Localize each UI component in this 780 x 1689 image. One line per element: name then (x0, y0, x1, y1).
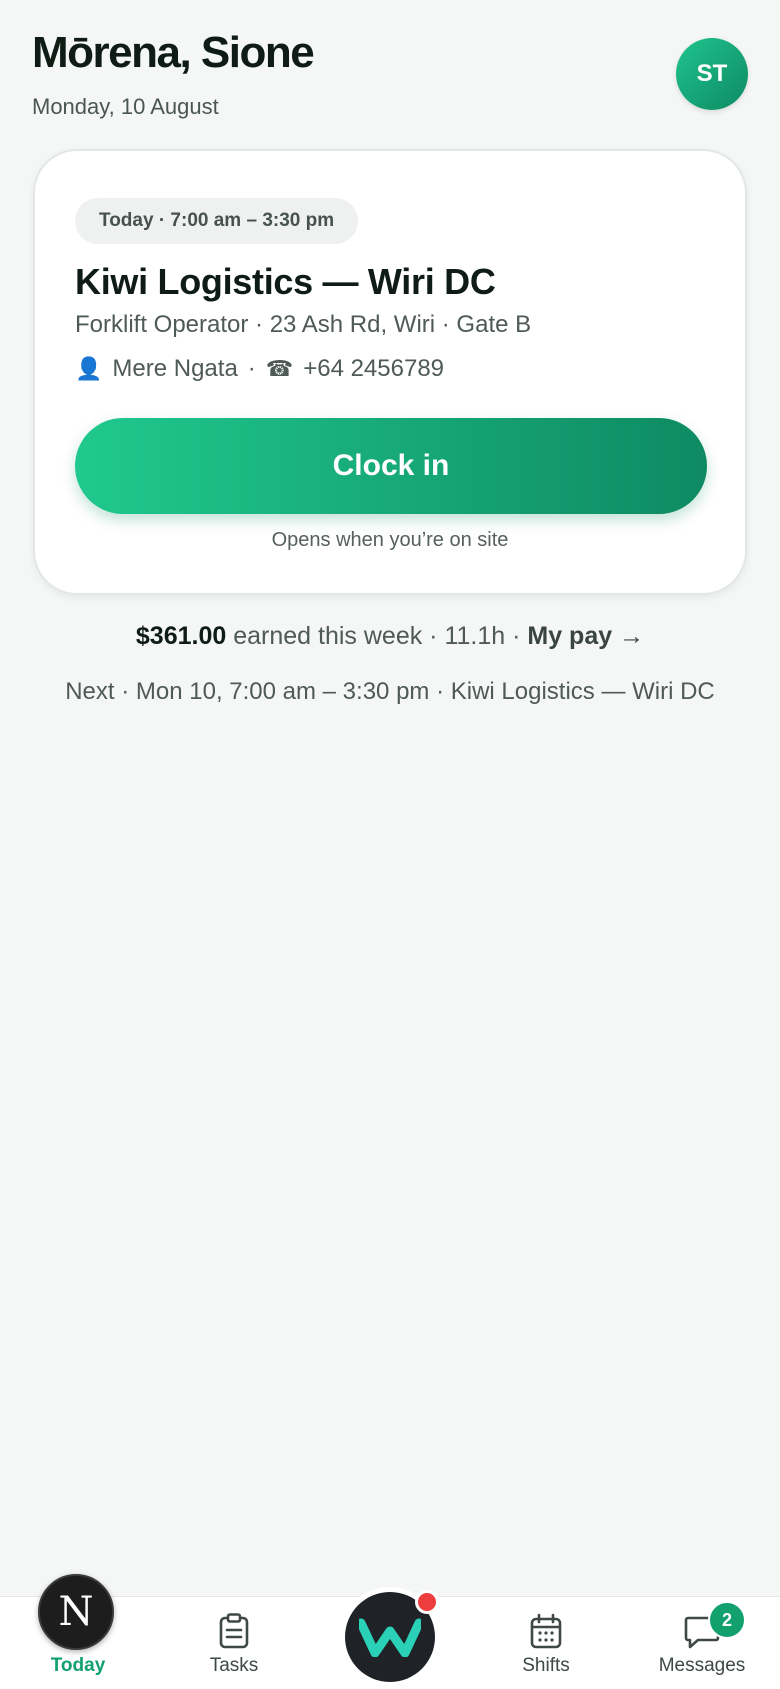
next-shift[interactable]: Next · Mon 10, 7:00 am – 3:30 pm · Kiwi … (0, 678, 780, 706)
tab-today-label: Today (50, 1655, 106, 1676)
phone-icon: ☎ (265, 356, 294, 381)
person-icon: 👤 (75, 356, 103, 381)
earnings-amount: $361.00 (135, 622, 227, 650)
notification-dot (415, 1590, 439, 1614)
earnings-text: earned this week · 11.1h · (226, 622, 528, 650)
contact-separator: · (247, 355, 256, 382)
greeting-title: Mōrena, Sione (32, 28, 315, 77)
tab-messages[interactable]: Messages (624, 1597, 780, 1689)
tab-shifts-label: Shifts (522, 1655, 570, 1676)
clock-in-note: Opens when you’re on site (271, 529, 509, 551)
shift-card: Today · 7:00 am – 3:30 pm Kiwi Logistics… (33, 149, 747, 595)
tab-tasks[interactable]: Tasks (156, 1597, 312, 1689)
calendar-icon (530, 1613, 562, 1649)
tab-shifts[interactable]: Shifts (468, 1597, 624, 1689)
clipboard-icon (219, 1613, 249, 1649)
tab-messages-label: Messages (658, 1655, 746, 1676)
site-contact: 👤 Mere Ngata · ☎ +64 2456789 (75, 355, 444, 383)
today-tab-avatar[interactable]: N (38, 1574, 114, 1650)
shift-site-name: Kiwi Logistics — Wiri DC (75, 261, 496, 302)
shift-time-pill: Today · 7:00 am – 3:30 pm (75, 198, 359, 244)
my-pay-link[interactable]: My pay → (527, 622, 644, 650)
contact-phone[interactable]: +64 2456789 (303, 355, 444, 383)
tab-tasks-label: Tasks (209, 1655, 259, 1676)
profile-avatar[interactable]: ST (676, 38, 748, 110)
clock-in-button[interactable]: Clock in (75, 418, 707, 514)
contact-name: Mere Ngata (112, 355, 238, 382)
weekly-earnings: $361.00 earned this week · 11.1h · My pa… (0, 622, 780, 651)
messages-badge: 2 (708, 1601, 746, 1639)
current-date: Monday, 10 August (32, 94, 219, 119)
shift-details: Forklift Operator · 23 Ash Rd, Wiri · Ga… (75, 311, 532, 338)
